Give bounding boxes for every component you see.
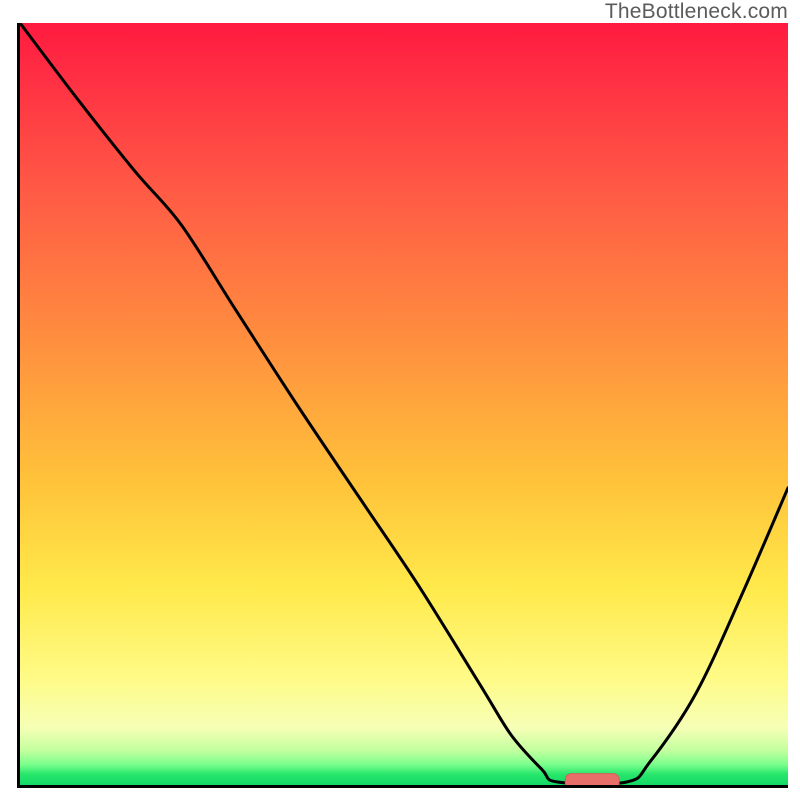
curve-layer — [20, 23, 788, 785]
chart-frame: TheBottleneck.com — [0, 0, 800, 800]
watermark-text: TheBottleneck.com — [605, 0, 788, 24]
plot-area — [17, 23, 788, 788]
bottleneck-curve — [20, 23, 788, 784]
optimal-marker — [565, 774, 619, 785]
